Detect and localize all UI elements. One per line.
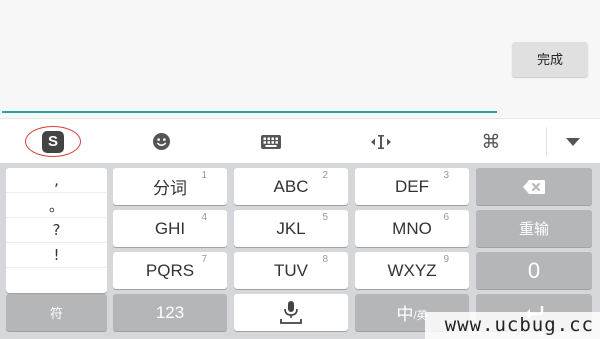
key-label: MNO — [392, 218, 432, 238]
key-label: TUV — [274, 260, 308, 280]
key-number: 5 — [322, 212, 328, 223]
punct-exclamation[interactable]: ! — [6, 243, 107, 268]
backspace-icon — [523, 179, 545, 194]
reenter-key[interactable]: 重输 — [476, 210, 592, 247]
key-label: GHI — [154, 218, 186, 238]
collapse-keyboard-button[interactable] — [556, 119, 590, 164]
key-jkl[interactable]: JKL 5 — [234, 210, 348, 247]
ime-toolbar: S ⌘ — [0, 118, 600, 163]
backspace-key[interactable] — [476, 168, 592, 205]
key-fenci[interactable]: 分词 1 — [113, 168, 227, 205]
key-ghi[interactable]: GHI 4 — [113, 210, 227, 247]
cursor-move-button[interactable] — [366, 119, 396, 164]
sogou-logo-button[interactable]: S — [22, 119, 84, 164]
keyboard-icon — [261, 134, 281, 149]
cursor-move-icon — [371, 134, 391, 149]
command-button[interactable]: ⌘ — [476, 119, 506, 164]
punctuation-list[interactable]: , 。 ? ! — [6, 168, 107, 293]
punct-period[interactable]: 。 — [6, 193, 107, 218]
punct-question[interactable]: ? — [6, 218, 107, 243]
emoji-button[interactable] — [146, 119, 176, 164]
command-icon: ⌘ — [481, 130, 501, 153]
key-label: 符 — [49, 306, 63, 321]
key-wxyz[interactable]: WXYZ 9 — [355, 252, 469, 289]
dropdown-arrow-icon — [566, 137, 580, 146]
keyboard-switch-button[interactable] — [256, 119, 286, 164]
space-key[interactable] — [234, 294, 348, 331]
key-number: 7 — [201, 254, 207, 265]
key-number: 9 — [443, 254, 449, 265]
sogou-logo-icon: S — [42, 130, 64, 153]
key-def[interactable]: DEF 3 — [355, 168, 469, 205]
text-input-area[interactable]: 完成 — [0, 0, 600, 118]
key-mno[interactable]: MNO 6 — [355, 210, 469, 247]
done-button[interactable]: 完成 — [512, 42, 588, 77]
key-pqrs[interactable]: PQRS 7 — [113, 252, 227, 289]
key-number: 1 — [201, 170, 207, 181]
key-label: DEF — [395, 176, 429, 196]
key-label: ABC — [273, 176, 309, 196]
logo-highlight-ring: S — [25, 126, 81, 157]
key-number: 8 — [322, 254, 328, 265]
punct-comma[interactable]: , — [6, 168, 107, 193]
key-label: 重输 — [518, 221, 549, 238]
watermark-text: www.ucbug.cc — [425, 312, 600, 339]
key-number: 2 — [322, 170, 328, 181]
input-underline — [2, 111, 497, 113]
lang-main-label: 中 — [396, 305, 414, 324]
key-label: PQRS — [145, 260, 195, 280]
toolbar-divider — [546, 127, 547, 156]
zero-key[interactable]: 0 — [476, 252, 592, 289]
key-label: JKL — [276, 218, 306, 238]
key-tuv[interactable]: TUV 8 — [234, 252, 348, 289]
key-label: 分词 — [153, 179, 187, 198]
key-number: 3 — [443, 170, 449, 181]
microphone-space-icon — [280, 300, 302, 324]
punct-empty — [6, 268, 107, 293]
key-label: WXYZ — [387, 260, 437, 280]
key-label: 0 — [527, 257, 541, 283]
key-label: 123 — [155, 302, 185, 322]
numeric-key[interactable]: 123 — [113, 294, 227, 331]
emoji-face-icon — [152, 132, 170, 151]
key-number: 6 — [443, 212, 449, 223]
symbol-key[interactable]: 符 — [6, 294, 107, 331]
key-number: 4 — [201, 212, 207, 223]
key-abc[interactable]: ABC 2 — [234, 168, 348, 205]
